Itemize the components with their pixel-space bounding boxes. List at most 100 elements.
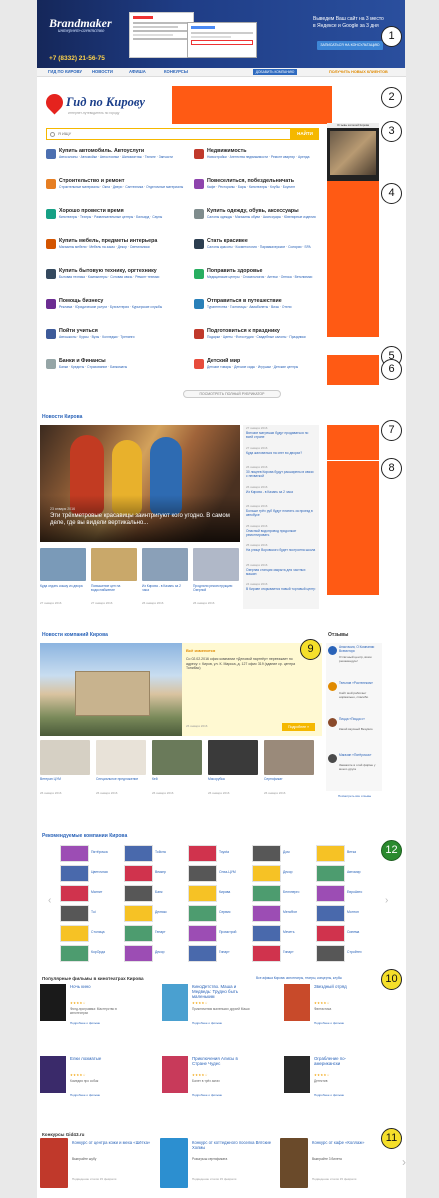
- film-more-link[interactable]: Подробнее о фильме: [314, 1093, 344, 1097]
- film-poster[interactable]: [40, 1056, 66, 1093]
- film-poster[interactable]: [284, 1056, 310, 1093]
- company-name[interactable]: Белэнерго: [283, 890, 313, 895]
- film-title[interactable]: Ограбление по-американски: [314, 1056, 372, 1066]
- featured-text[interactable]: Со 02.02.2016 офис компании «Деловой пар…: [186, 657, 306, 671]
- rubricator-button[interactable]: ПОСМОТРЕТЬ ПОЛНЫЙ РУБРИКАТОР: [183, 390, 281, 398]
- company-name[interactable]: Дом: [283, 850, 313, 855]
- company-name[interactable]: Цветочная: [91, 870, 121, 875]
- company-logo[interactable]: [252, 925, 281, 942]
- ad-block-4[interactable]: [327, 425, 379, 460]
- search-button[interactable]: НАЙТИ: [291, 128, 319, 140]
- company-logo[interactable]: [60, 845, 89, 862]
- company-logo[interactable]: [60, 885, 89, 902]
- company-thumb-title[interactable]: Ветеран ЦУМ: [40, 777, 90, 782]
- details-button[interactable]: Подробнее »: [282, 723, 315, 731]
- ad-block-top[interactable]: [172, 86, 332, 124]
- film-poster[interactable]: [284, 984, 310, 1021]
- category-links[interactable]: Турагентства · Гостиницы · Авиабилеты · …: [207, 305, 335, 309]
- company-name[interactable]: Гипарт: [283, 950, 313, 955]
- category-title[interactable]: Купить автомобиль. Автоуслуги: [59, 148, 187, 154]
- contest-image[interactable]: [280, 1138, 308, 1188]
- news-link[interactable]: На улице Воровского будет построена школ…: [246, 548, 316, 552]
- category-links[interactable]: Автошколы · Курсы · Вузы · Колледжи · Тр…: [59, 335, 187, 339]
- company-thumb-title[interactable]: Кей: [152, 777, 202, 782]
- company-logo[interactable]: [60, 945, 89, 962]
- company-name[interactable]: Делюкс: [155, 910, 185, 915]
- review-author[interactable]: Анастасия, О Компании Всемоторс: [339, 645, 381, 654]
- news-thumb-title[interactable]: Из Кирова - в Казань за 2 часа: [142, 584, 188, 592]
- company-name[interactable]: Гипарт: [219, 950, 249, 955]
- category-links[interactable]: Реклама · Юридические услуги · Бухгалтер…: [59, 305, 187, 309]
- company-name[interactable]: Магнит: [91, 890, 121, 895]
- company-logo[interactable]: [316, 845, 345, 862]
- film-poster[interactable]: [162, 1056, 188, 1093]
- news-link[interactable]: Озерная станция закрыта для частных маши…: [246, 568, 316, 576]
- company-logo[interactable]: [188, 945, 217, 962]
- film-title[interactable]: Приключения Алисы в Стране Чудес: [192, 1056, 250, 1066]
- category-title[interactable]: Детский мир: [207, 358, 335, 364]
- company-news-heading[interactable]: Новости компаний Кирова: [42, 632, 108, 639]
- film-title[interactable]: Звездный отряд: [314, 984, 372, 989]
- news-link[interactable]: Куда жаловаться на снег во дворах?: [246, 451, 316, 455]
- category-links[interactable]: Строительные материалы · Окна · Двери · …: [59, 185, 187, 189]
- film-title[interactable]: Ночь кино: [70, 984, 128, 989]
- contest-title[interactable]: Конкурс от центра кожи и меха «Шётка»: [72, 1140, 152, 1145]
- company-thumb-image[interactable]: [208, 740, 258, 775]
- review-author[interactable]: Магазин «Пятёрочка»: [339, 753, 381, 758]
- review-author[interactable]: Тельнов «Ростелеком»: [339, 681, 381, 686]
- company-name[interactable]: Кирова: [219, 890, 249, 895]
- search-input[interactable]: Я ИЩУ: [58, 131, 71, 137]
- search-input-box[interactable]: Я ИЩУ: [46, 128, 291, 140]
- company-name[interactable]: Стройтех: [347, 950, 377, 955]
- company-thumb-title[interactable]: Сертификат: [264, 777, 314, 782]
- company-logo[interactable]: [188, 925, 217, 942]
- company-logo[interactable]: [124, 865, 153, 882]
- nav-contests[interactable]: КОНКУРСЫ: [164, 69, 188, 75]
- news-link[interactable]: В Кирове открывается новый торговый цент…: [246, 587, 316, 591]
- company-name[interactable]: Банк: [155, 890, 185, 895]
- category-title[interactable]: Купить бытовую технику, оргтехнику: [59, 268, 187, 274]
- category-title[interactable]: Хорошо провести время: [59, 208, 187, 214]
- film-more-link[interactable]: Подробнее о фильме: [192, 1021, 222, 1025]
- company-name[interactable]: Декор: [155, 950, 185, 955]
- contest-title[interactable]: Конкурс от кафе «Коллаж»: [312, 1140, 392, 1145]
- category-title[interactable]: Повеселиться, побездельничать: [207, 178, 335, 184]
- contest-image[interactable]: [40, 1138, 68, 1188]
- company-name[interactable]: Олха-ЦУМ: [219, 870, 249, 875]
- carousel-next-icon[interactable]: ›: [385, 895, 391, 907]
- category-links[interactable]: Магазины мебели · Мебель на заказ · Деко…: [59, 245, 187, 249]
- film-title[interactable]: Елки лохматые: [70, 1056, 128, 1061]
- news-thumb-image[interactable]: [193, 548, 239, 581]
- news-thumb-title[interactable]: Повышение цен на водоснабжение: [91, 584, 137, 592]
- company-name[interactable]: Сервис: [219, 910, 249, 915]
- top-banner[interactable]: Brandmaker интернет-агентство +7 (8332) …: [37, 0, 405, 68]
- film-more-link[interactable]: Подробнее о фильме: [192, 1093, 222, 1097]
- contests-next-icon[interactable]: ›: [402, 1155, 408, 1169]
- company-logo[interactable]: [252, 845, 281, 862]
- category-links[interactable]: Медицинские центры · Стоматология · Апте…: [207, 275, 335, 279]
- news-thumb-title[interactable]: Продлили реконструкцию Озерной: [193, 584, 239, 592]
- category-title[interactable]: Помощь бизнесу: [59, 298, 187, 304]
- film-title[interactable]: КиноДетство. Маша и Медведь: Трудно быть…: [192, 984, 250, 1000]
- company-thumb-image[interactable]: [96, 740, 146, 775]
- news-link[interactable]: 30 лицеев Кирова будут расширены в связи…: [246, 470, 316, 478]
- company-logo[interactable]: [252, 905, 281, 922]
- company-name[interactable]: Промстрой: [219, 930, 249, 935]
- category-links[interactable]: Новостройки · Агентства недвижимости · Р…: [207, 155, 335, 159]
- news-thumb-image[interactable]: [91, 548, 137, 581]
- company-news-photo[interactable]: [40, 643, 182, 736]
- category-links[interactable]: Бытовая техника · Компьютеры · Сотовая с…: [59, 275, 187, 279]
- news-thumb-image[interactable]: [40, 548, 86, 581]
- category-title[interactable]: Строительство и ремонт: [59, 178, 187, 184]
- news-thumb-title[interactable]: Куда отдать кошку из двора: [40, 584, 86, 588]
- category-title[interactable]: Купить мебель, предметы интерьера: [59, 238, 187, 244]
- all-reviews-link[interactable]: Посмотреть все отзывы: [338, 794, 371, 798]
- company-logo[interactable]: [188, 905, 217, 922]
- company-name[interactable]: Tui: [91, 910, 121, 915]
- company-logo[interactable]: [252, 885, 281, 902]
- company-logo[interactable]: [188, 865, 217, 882]
- company-thumb-image[interactable]: [264, 740, 314, 775]
- company-logo[interactable]: [316, 905, 345, 922]
- news-main-photo[interactable]: 23 января 2016 Эти трёхметровые красавиц…: [40, 425, 240, 542]
- recommended-heading[interactable]: Рекомендуемые компании Кирова: [42, 833, 127, 840]
